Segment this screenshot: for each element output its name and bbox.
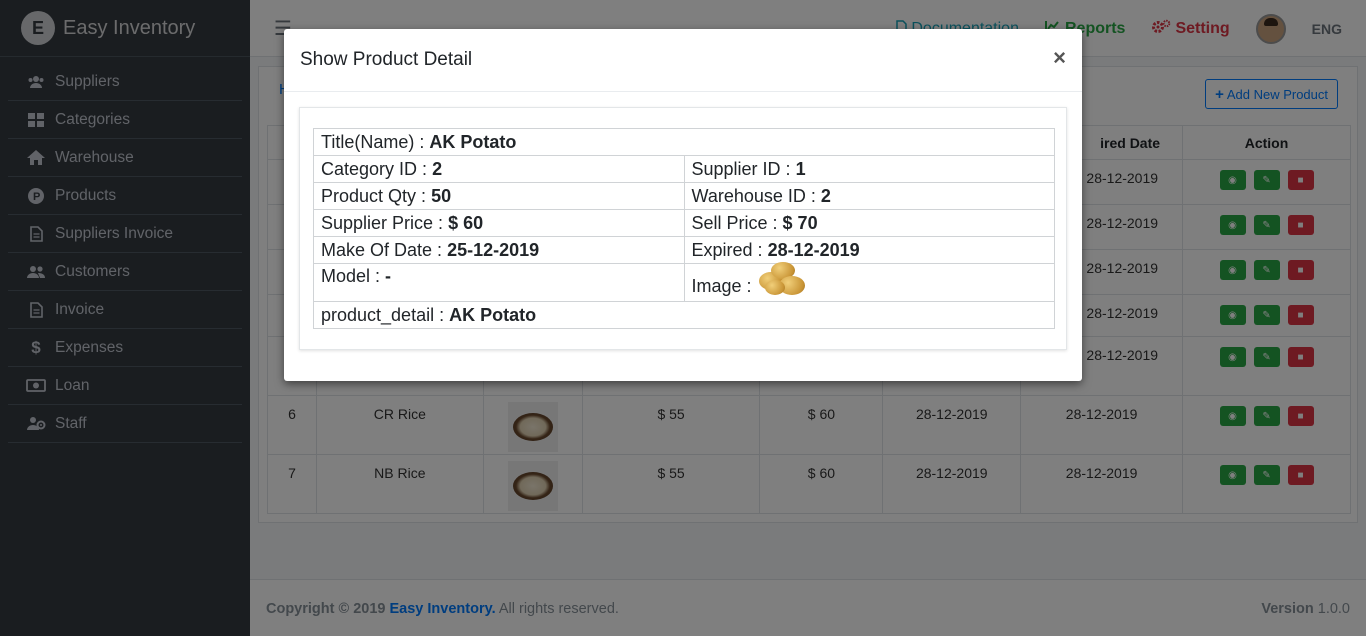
- detail-row: Product Qty : 50 Warehouse ID : 2: [313, 182, 1055, 210]
- product-detail-cell: product_detail : AK Potato: [313, 301, 1055, 329]
- supplier-price-cell: Supplier Price : $ 60: [313, 209, 685, 237]
- product-detail-value: AK Potato: [449, 304, 537, 325]
- qty-value: 50: [431, 185, 452, 206]
- supplier-price-value: $ 60: [448, 212, 484, 233]
- potato-image: [757, 260, 807, 298]
- detail-row: Make Of Date : 25-12-2019 Expired : 28-1…: [313, 236, 1055, 264]
- category-cell: Category ID : 2: [313, 155, 685, 183]
- make-date-label: Make Of Date :: [321, 239, 443, 260]
- detail-row: Supplier Price : $ 60 Sell Price : $ 70: [313, 209, 1055, 237]
- detail-row: Model : - Image :: [313, 262, 1055, 302]
- warehouse-cell: Warehouse ID : 2: [683, 182, 1055, 210]
- product-detail-modal: Show Product Detail × Title(Name) : AK P…: [284, 29, 1082, 381]
- detail-row: Category ID : 2 Supplier ID : 1: [313, 155, 1055, 183]
- make-date-cell: Make Of Date : 25-12-2019: [313, 236, 685, 264]
- product-detail-label: product_detail :: [321, 304, 445, 325]
- expired-cell: Expired : 28-12-2019: [683, 236, 1055, 264]
- category-value: 2: [432, 158, 443, 179]
- image-label: Image :: [691, 275, 752, 296]
- title-value: AK Potato: [429, 131, 517, 152]
- sell-price-value: $ 70: [782, 212, 818, 233]
- warehouse-label: Warehouse ID :: [691, 185, 816, 206]
- modal-title: Show Product Detail: [300, 49, 473, 70]
- qty-label: Product Qty :: [321, 185, 427, 206]
- product-detail-table: Title(Name) : AK Potato Category ID : 2 …: [313, 128, 1055, 329]
- title-cell: Title(Name) : AK Potato: [313, 128, 1055, 156]
- make-date-value: 25-12-2019: [447, 239, 540, 260]
- close-icon[interactable]: ×: [1053, 45, 1066, 71]
- warehouse-value: 2: [820, 185, 831, 206]
- category-label: Category ID :: [321, 158, 428, 179]
- model-label: Model :: [321, 266, 381, 286]
- supplier-cell: Supplier ID : 1: [683, 155, 1055, 183]
- image-cell: Image :: [683, 262, 1055, 302]
- expired-value: 28-12-2019: [767, 239, 860, 260]
- sell-price-label: Sell Price :: [691, 212, 778, 233]
- expired-label: Expired :: [691, 239, 763, 260]
- supplier-value: 1: [795, 158, 806, 179]
- detail-card: Title(Name) : AK Potato Category ID : 2 …: [299, 107, 1067, 350]
- sell-price-cell: Sell Price : $ 70: [683, 209, 1055, 237]
- supplier-label: Supplier ID :: [691, 158, 791, 179]
- model-cell: Model : -: [313, 263, 685, 302]
- qty-cell: Product Qty : 50: [313, 182, 685, 210]
- detail-row: Title(Name) : AK Potato: [313, 128, 1055, 156]
- detail-row: product_detail : AK Potato: [313, 301, 1055, 329]
- supplier-price-label: Supplier Price :: [321, 212, 444, 233]
- model-value: -: [385, 266, 392, 286]
- title-label: Title(Name) :: [321, 131, 425, 152]
- modal-header: Show Product Detail ×: [284, 29, 1082, 92]
